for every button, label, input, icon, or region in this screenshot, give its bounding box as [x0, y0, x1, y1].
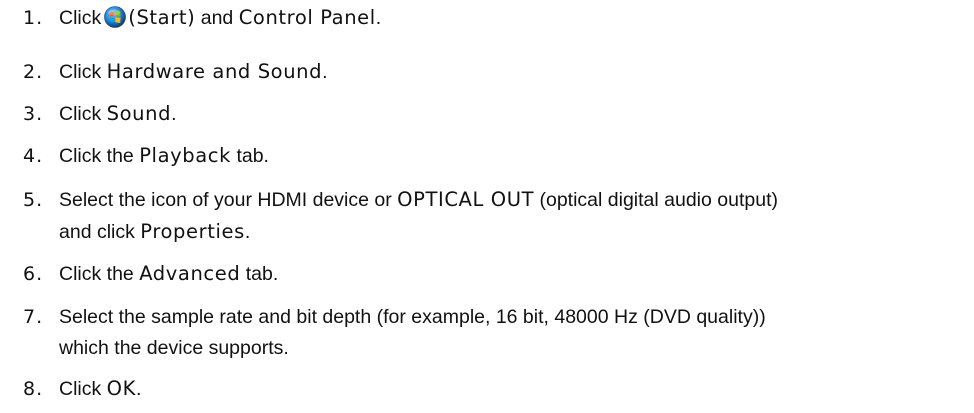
instruction-list: 1. Click (Start) and Control Panel. 2. Cli…: [0, 0, 974, 413]
step-4: 4. Click the Playback tab.: [23, 140, 269, 172]
step-text: .: [136, 378, 142, 400]
hardware-and-sound-label: Hardware and Sound: [106, 60, 323, 83]
step-5: 5. Select the icon of your HDMI device or…: [23, 184, 778, 248]
step-continuation: which the device supports.: [59, 337, 289, 359]
step-number: 8.: [23, 378, 44, 400]
step-number: 6.: [23, 263, 44, 285]
step-3: 3. Click Sound.: [23, 98, 177, 130]
step-number: 7.: [23, 306, 44, 328]
optical-out-label: OPTICAL OUT: [397, 188, 535, 211]
step-text: and: [200, 7, 234, 29]
step-text: .: [322, 61, 328, 83]
step-2: 2. Click Hardware and Sound.: [23, 56, 328, 88]
step-text: .: [375, 7, 382, 29]
step-8: 8. Click OK.: [23, 373, 141, 405]
step-text: Click: [59, 61, 102, 83]
ok-label: OK: [106, 377, 137, 400]
step-text: Select the icon of your HDMI device or: [59, 189, 392, 211]
step-text: Click the: [59, 263, 134, 285]
step-text: Click the: [59, 145, 134, 167]
step-text: tab.: [236, 145, 269, 167]
step-6: 6. Click the Advanced tab.: [23, 258, 278, 290]
windows-start-orb-icon: [104, 6, 127, 28]
advanced-tab-label: Advanced: [139, 262, 241, 285]
playback-tab-label: Playback: [139, 144, 232, 167]
step-text: Click: [59, 7, 102, 29]
step-text: .: [171, 103, 177, 125]
step-text: tab.: [245, 263, 279, 285]
step-7: 7. Select the sample rate and bit depth (…: [23, 302, 766, 364]
step-continuation: and click Properties.: [23, 216, 778, 248]
properties-label: Properties: [140, 220, 245, 243]
step-text: Click: [59, 378, 102, 400]
start-label: (Start): [128, 6, 196, 29]
step-number: 4.: [23, 145, 44, 167]
step-text: Select the sample rate and bit depth (fo…: [59, 306, 766, 328]
step-1: 1. Click (Start) and Control Panel.: [23, 2, 381, 34]
step-number: 2.: [23, 61, 44, 83]
step-number: 3.: [23, 103, 44, 125]
step-text: (optical digital audio output): [539, 189, 779, 211]
step-text: Click: [59, 103, 102, 125]
control-panel-label: Control Panel: [238, 6, 376, 29]
step-text: .: [244, 221, 251, 243]
sound-label: Sound: [106, 102, 172, 125]
step-number: 5.: [23, 189, 44, 211]
step-text: and click: [59, 221, 135, 243]
step-number: 1.: [23, 7, 44, 29]
